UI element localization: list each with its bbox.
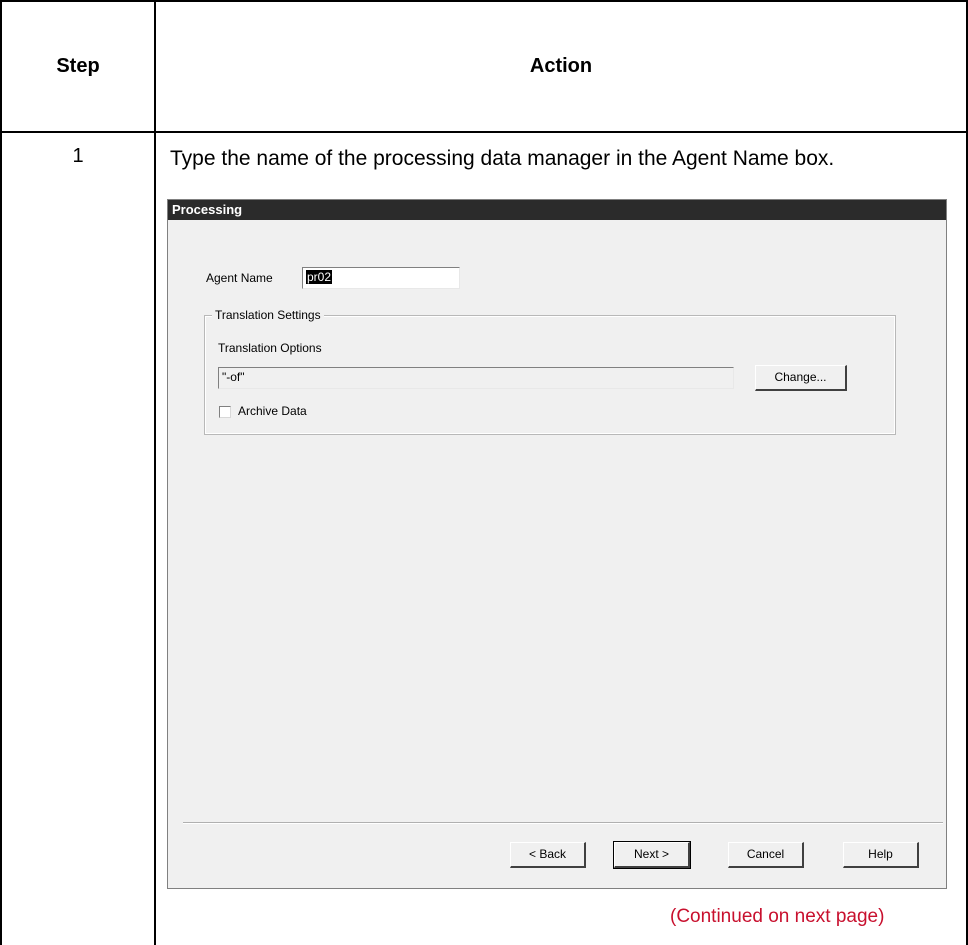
step-column-header: Step (56, 55, 100, 77)
archive-data-label: Archive Data (238, 404, 307, 418)
table-top-border (0, 0, 968, 2)
table-left-border (0, 0, 2, 945)
translation-settings-legend: Translation Settings (212, 308, 324, 322)
processing-dialog: Processing Agent Name pr02 Translation S… (167, 199, 947, 889)
agent-name-input[interactable]: pr02 (302, 267, 460, 289)
agent-name-value: pr02 (306, 270, 333, 284)
cancel-button[interactable]: Cancel (728, 842, 804, 868)
continued-note: (Continued on next page) (670, 906, 885, 927)
change-button[interactable]: Change... (755, 365, 847, 391)
action-column-header: Action (529, 55, 593, 77)
step-number: 1 (72, 145, 84, 167)
dialog-button-separator (183, 822, 943, 824)
column-divider (154, 0, 156, 945)
agent-name-label: Agent Name (206, 271, 273, 285)
step-instruction: Type the name of the processing data man… (170, 147, 835, 170)
translation-options-field[interactable]: "-of" (218, 367, 734, 389)
help-button[interactable]: Help (843, 842, 919, 868)
translation-options-label: Translation Options (218, 341, 322, 355)
archive-data-checkbox[interactable] (219, 406, 231, 418)
back-button[interactable]: < Back (510, 842, 586, 868)
next-button[interactable]: Next > (613, 841, 691, 869)
header-bottom-border (0, 131, 968, 133)
dialog-title-bar: Processing (168, 200, 946, 220)
